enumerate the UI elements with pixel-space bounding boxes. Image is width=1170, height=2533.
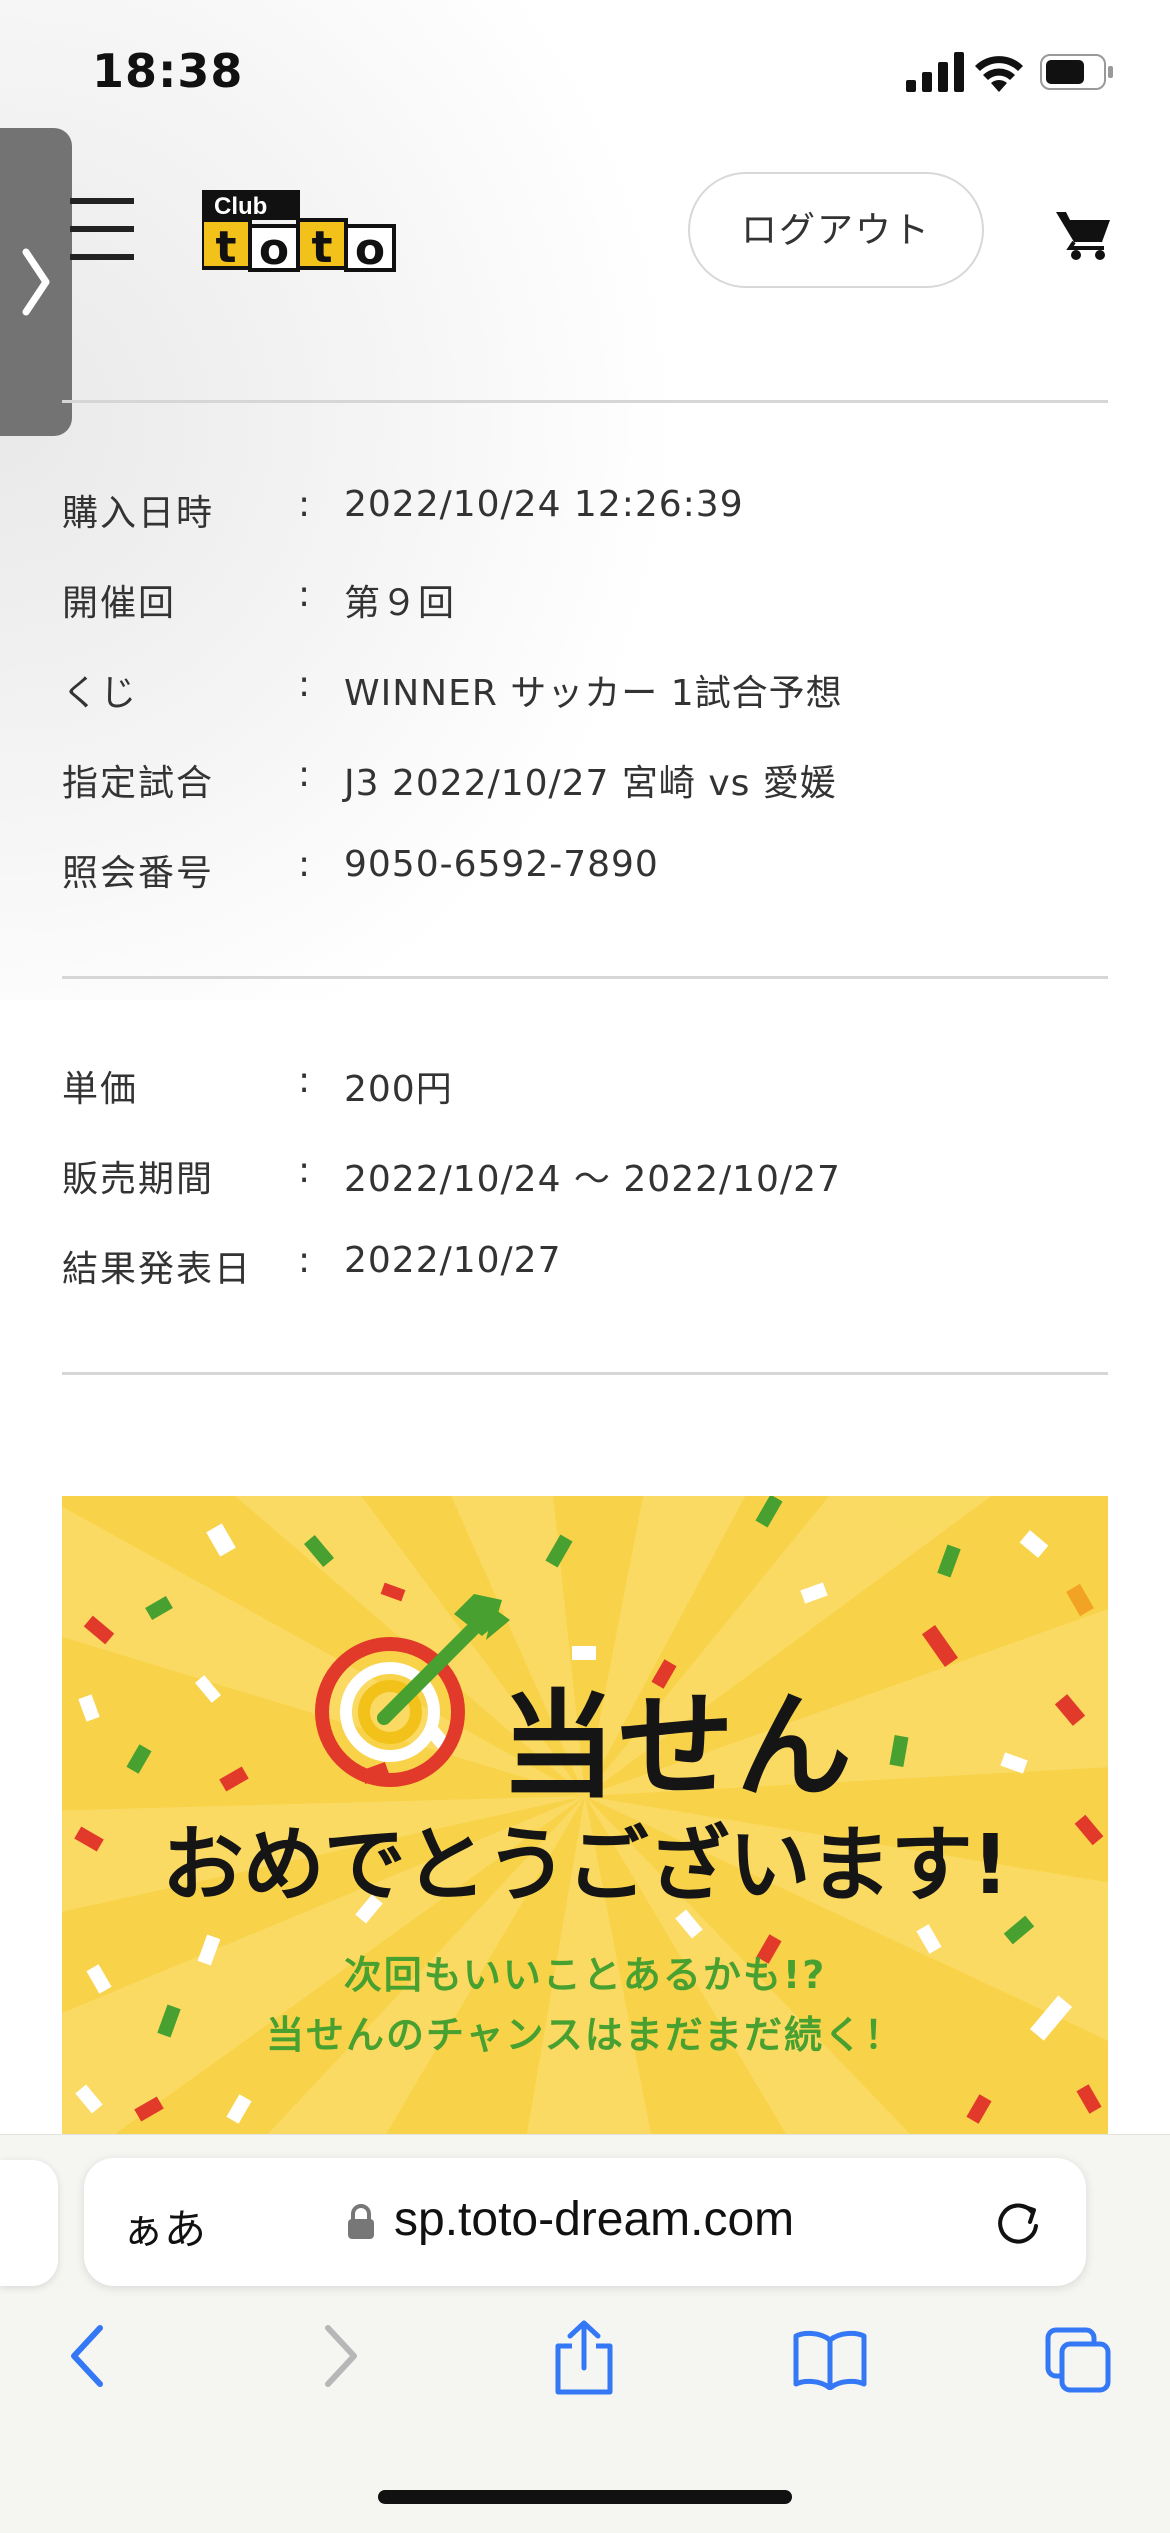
info-row-lottery: くじ : WINNER サッカー 1試合予想 [62,664,1108,724]
section-divider [62,976,1108,979]
bookmarks-icon[interactable] [792,2330,868,2390]
lock-icon [348,2204,374,2239]
info-row-unit-price: 単価 : 200円 [62,1060,1108,1120]
info-value: 2022/10/24 〜 2022/10/27 [344,1159,841,1200]
info-label: 照会番号 [62,853,215,894]
svg-text:o: o [259,224,289,272]
battery-icon [1040,54,1113,90]
info-colon: : [298,1060,311,1101]
info-colon: : [298,484,311,525]
info-value: WINNER サッカー 1試合予想 [344,673,843,714]
svg-text:t: t [311,222,332,272]
tabs-icon[interactable] [1044,2326,1114,2394]
menu-icon[interactable] [70,198,134,260]
banner-message-line2: 当せんのチャンスはまだまだ続く！ [265,2013,905,2057]
banner-subtitle: おめでとうございます! [161,1818,1009,1913]
side-drawer-tab[interactable] [0,128,72,436]
home-indicator [378,2490,792,2504]
share-icon[interactable] [552,2320,616,2396]
address-bar[interactable]: ぁあ sp.toto-dream.com [84,2158,1086,2286]
info-row-match: 指定試合 : J3 2022/10/27 宮崎 vs 愛媛 [62,754,1108,814]
svg-text:Club: Club [214,193,267,220]
url-text: sp.toto-dream.com [394,2193,795,2246]
info-colon: : [298,664,311,705]
signal-icon [906,52,964,92]
winning-banner: 当せん おめでとうございます! 次回もいいことあるかも!? 当せんのチャンスはま… [62,1496,1108,2136]
info-label: 結果発表日 [62,1249,253,1290]
info-colon: : [298,574,311,615]
info-row-reference-number: 照会番号 : 9050-6592-7890 [62,844,1108,904]
info-label: 購入日時 [62,493,215,534]
info-value: 2022/10/24 12:26:39 [344,484,744,525]
svg-text:o: o [355,224,385,272]
previous-tab-preview[interactable] [0,2160,58,2286]
info-value: J3 2022/10/27 宮崎 vs 愛媛 [344,763,837,804]
logout-button[interactable]: ログアウト [688,172,984,288]
forward-icon[interactable] [318,2324,362,2388]
info-label: 単価 [62,1069,139,1110]
back-icon[interactable] [66,2324,110,2388]
info-colon: : [298,844,311,885]
info-row-sales-period: 販売期間 : 2022/10/24 〜 2022/10/27 [62,1150,1108,1210]
info-label: 販売期間 [62,1159,215,1200]
info-row-purchase-datetime: 購入日時 : 2022/10/24 12:26:39 [62,484,1108,544]
page-settings-button[interactable]: ぁあ [122,2196,206,2257]
svg-text:t: t [215,222,236,272]
status-bar: 18:38 [0,0,1170,140]
info-row-round: 開催回 : 第９回 [62,574,1108,634]
info-colon: : [298,754,311,795]
info-row-result-date: 結果発表日 : 2022/10/27 [62,1240,1108,1300]
info-value: 200円 [344,1069,453,1110]
info-value: 2022/10/27 [344,1240,562,1281]
wifi-icon [975,56,1023,92]
banner-message-line1: 次回もいいことあるかも!? [343,1953,827,1997]
section-divider [62,400,1108,403]
info-label: 指定試合 [62,763,215,804]
cart-icon[interactable] [1054,208,1112,260]
info-colon: : [298,1150,311,1191]
club-toto-logo: Club t o t o [202,190,396,272]
section-divider [62,1372,1108,1375]
info-colon: : [298,1240,311,1281]
status-time: 18:38 [92,44,244,98]
banner-title: 当せん [500,1679,854,1814]
info-label: 開催回 [62,583,177,624]
chevron-right-icon [22,248,50,316]
reload-icon[interactable] [992,2196,1044,2248]
info-label: くじ [62,673,139,714]
info-value: 9050-6592-7890 [344,844,659,885]
info-value: 第９回 [344,583,456,624]
